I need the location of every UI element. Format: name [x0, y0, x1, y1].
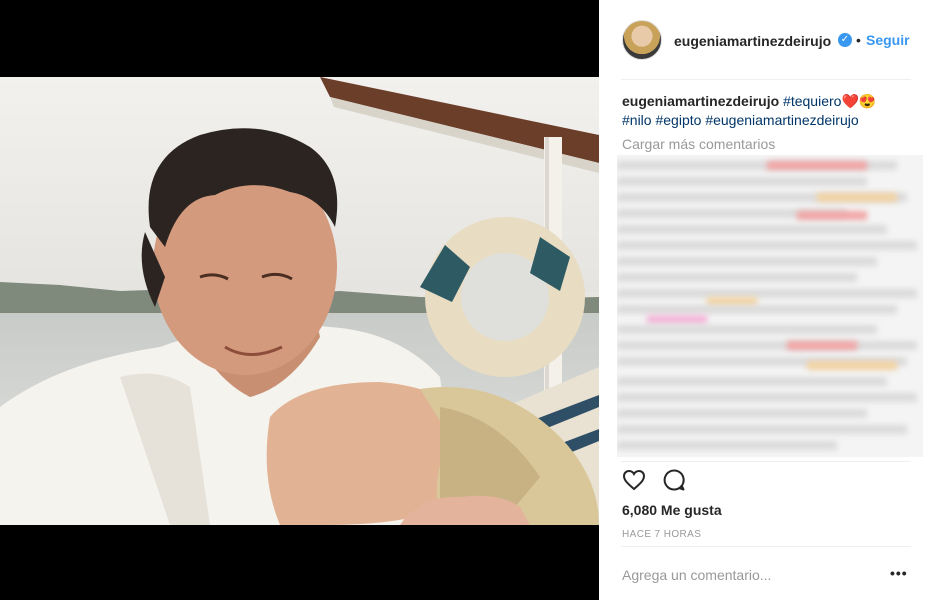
- likes-count[interactable]: 6,080 Me gusta: [622, 502, 722, 518]
- blurred-comments: [617, 155, 923, 457]
- comment-input[interactable]: [622, 563, 882, 587]
- hashtag[interactable]: #tequiero: [783, 93, 841, 109]
- load-more-comments-button[interactable]: Cargar más comentarios: [622, 136, 775, 152]
- follow-button[interactable]: Seguir: [866, 32, 910, 48]
- divider: [621, 546, 911, 547]
- divider: [621, 79, 911, 80]
- caption-username[interactable]: eugeniamartinezdeirujo: [622, 93, 779, 109]
- hashtag[interactable]: #egipto: [655, 112, 701, 128]
- divider: [621, 461, 911, 462]
- speech-bubble-icon[interactable]: [662, 468, 688, 494]
- separator-dot: •: [856, 32, 861, 48]
- post-caption: eugeniamartinezdeirujo #tequiero❤️😍 #nil…: [622, 92, 912, 130]
- more-options-icon[interactable]: •••: [890, 565, 908, 581]
- post-photo[interactable]: [0, 77, 599, 525]
- hashtag[interactable]: #eugeniamartinezdeirujo: [705, 112, 858, 128]
- caption-emoji: ❤️😍: [841, 93, 877, 109]
- hashtag[interactable]: #nilo: [622, 112, 652, 128]
- username-link[interactable]: eugeniamartinezdeirujo: [674, 33, 831, 49]
- post-header: eugeniamartinezdeirujo ✓ • Seguir: [599, 0, 936, 80]
- avatar[interactable]: [622, 20, 662, 60]
- photo-pane: [0, 0, 599, 600]
- post-timestamp[interactable]: HACE 7 HORAS: [622, 529, 701, 540]
- post-sidebar: eugeniamartinezdeirujo ✓ • Seguir eugeni…: [599, 0, 936, 600]
- verified-badge-icon: ✓: [838, 33, 852, 47]
- heart-outline-icon[interactable]: [622, 468, 648, 494]
